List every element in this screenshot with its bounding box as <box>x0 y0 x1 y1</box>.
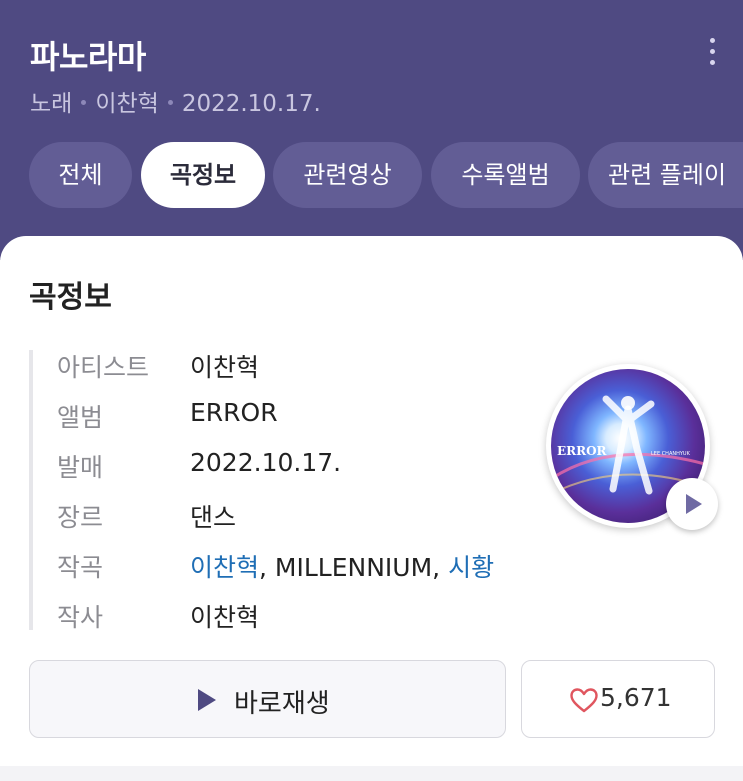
song-title: 파노라마 <box>30 38 146 76</box>
tab-related-playlists[interactable]: 관련 플레이 <box>588 142 743 208</box>
composer-link[interactable]: 시황 <box>448 553 494 582</box>
separator-dot <box>81 99 87 105</box>
tab-albums[interactable]: 수록앨범 <box>431 142 580 208</box>
separator-dot <box>167 99 173 105</box>
tab-related-videos[interactable]: 관련영상 <box>273 142 422 208</box>
play-now-button[interactable]: 바로재생 <box>29 660 506 738</box>
separator: , <box>432 553 449 582</box>
more-vertical-icon[interactable] <box>704 36 720 68</box>
song-type: 노래 <box>30 91 73 117</box>
info-label: 작사 <box>57 603 104 632</box>
song-meta-date: 2022.10.17. <box>181 91 321 117</box>
info-label: 작곡 <box>57 553 104 582</box>
play-now-label: 바로재생 <box>234 689 330 719</box>
tab-all[interactable]: 전체 <box>29 142 132 208</box>
separator: , <box>259 553 275 582</box>
like-button[interactable]: 5,671 <box>521 660 715 738</box>
composer-list: 이찬혁, MILLENNIUM, 시황 <box>190 548 494 584</box>
info-label: 아티스트 <box>57 353 150 382</box>
song-header: 파노라마 노래 이찬혁 2022.10.17. 전체 곡정보 관련영상 수록앨범 관… <box>0 0 743 260</box>
genre-value: 댄스 <box>190 503 237 532</box>
play-icon <box>686 494 702 514</box>
song-info-card: 곡정보 아티스트 이찬혁 앨범 ERROR 발매 2022.10.17. 장르 … <box>0 236 743 766</box>
heart-outline-icon <box>570 688 598 713</box>
cover-title-text: ERROR <box>557 444 608 458</box>
info-label: 발매 <box>57 453 104 482</box>
section-title: 곡정보 <box>29 280 112 315</box>
album-link[interactable]: ERROR <box>190 398 278 427</box>
composer-name: MILLENNIUM <box>274 553 433 582</box>
artist-link[interactable]: 이찬혁 <box>190 348 259 384</box>
info-label: 앨범 <box>57 403 104 432</box>
cover-artist-text: LEE CHANHYUK <box>651 451 691 457</box>
song-meta: 노래 이찬혁 2022.10.17. <box>30 84 321 118</box>
release-date: 2022.10.17. <box>190 448 342 477</box>
song-meta-artist[interactable]: 이찬혁 <box>95 91 158 117</box>
info-label: 장르 <box>57 503 104 532</box>
tab-song-info[interactable]: 곡정보 <box>141 142 265 208</box>
lyricist-link[interactable]: 이찬혁 <box>190 598 259 634</box>
play-icon <box>198 689 216 711</box>
info-left-border <box>29 350 35 630</box>
like-count: 5,671 <box>600 683 672 712</box>
composer-link[interactable]: 이찬혁 <box>190 553 259 582</box>
album-play-button[interactable] <box>666 478 718 530</box>
